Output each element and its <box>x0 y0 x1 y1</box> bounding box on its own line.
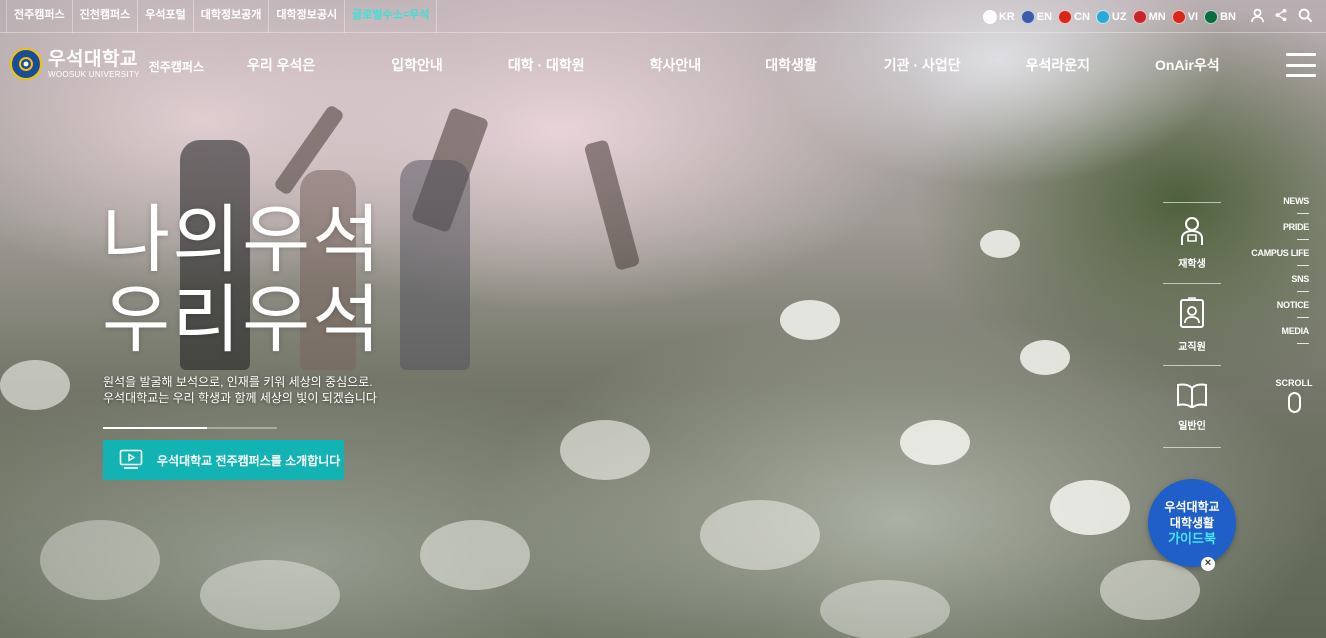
user-nav-public-label: 일반인 <box>1178 420 1206 432</box>
hero-subtitle: 원석을 발굴해 보석으로, 인재를 키워 세상의 중심으로. 우석대학교는 우리… <box>103 374 377 406</box>
quick-links: 전주캠퍼스 진천캠퍼스 우석포털 대학정보공개 대학정보공시 글로벌수소=우석 <box>6 0 438 33</box>
language-code: EN <box>1036 10 1053 23</box>
flag-icon <box>1058 9 1073 24</box>
staff-id-icon <box>1179 296 1205 332</box>
share-icon[interactable] <box>1272 6 1290 24</box>
language-option-cn[interactable]: CN <box>1058 9 1090 24</box>
section-nav-item-5[interactable]: MEDIA <box>1249 322 1309 348</box>
quick-link-0[interactable]: 전주캠퍼스 <box>6 0 73 33</box>
student-icon <box>1179 216 1205 249</box>
language-code: VI <box>1187 10 1199 23</box>
utility-icons <box>1248 6 1314 24</box>
hero-title-line1: 나의우석 <box>102 198 383 281</box>
guidebook-line1: 우석대학교 <box>1164 500 1220 514</box>
language-option-mn[interactable]: MN <box>1132 9 1166 24</box>
scroll-indicator[interactable]: SCROLL <box>1274 378 1314 418</box>
language-code: CN <box>1074 10 1090 23</box>
user-nav-student[interactable]: 재학생 <box>1163 202 1221 284</box>
flag-icon <box>1132 9 1147 24</box>
language-option-kr[interactable]: KR <box>982 9 1015 24</box>
search-icon[interactable] <box>1296 6 1314 24</box>
language-option-vi[interactable]: VI <box>1171 9 1199 24</box>
hero-subtitle-line1: 원석을 발굴해 보석으로, 인재를 키워 세상의 중심으로. <box>103 375 373 389</box>
quick-link-5[interactable]: 글로벌수소=우석 <box>345 0 438 33</box>
flag-icon <box>1095 9 1110 24</box>
hero-title: 나의우석 우리우석 <box>102 200 382 360</box>
user-type-nav: 재학생 교직원 일반인 <box>1163 202 1221 448</box>
section-nav-item-4[interactable]: NOTICE <box>1249 296 1309 322</box>
guidebook-badge[interactable]: 우석대학교 대학생활 가이드북 <box>1148 479 1236 567</box>
guidebook-line3: 가이드북 <box>1168 531 1216 546</box>
video-play-icon <box>119 449 143 472</box>
main-menu-item-3[interactable]: 학사안내 <box>650 55 702 75</box>
flag-icon <box>1204 9 1219 24</box>
flag-icon <box>982 9 997 24</box>
main-menu-item-7[interactable]: OnAir우석 <box>1155 55 1220 75</box>
hero-subtitle-line2: 우석대학교는 우리 학생과 함께 세상의 빛이 되겠습니다 <box>103 391 377 405</box>
guidebook-close-icon[interactable]: × <box>1201 557 1215 571</box>
user-nav-student-label: 재학생 <box>1178 259 1206 270</box>
main-menu: 우리 우석은 입학안내 대학 · 대학원 학사안내 대학생활 기관 · 사업단 우석라운지 O… <box>210 33 1220 97</box>
section-nav-item-2[interactable]: CAMPUS LIFE <box>1249 244 1309 270</box>
campus-intro-button[interactable]: 우석대학교 전주캠퍼스를 소개합니다 <box>103 440 344 480</box>
main-menu-item-5[interactable]: 기관 · 사업단 <box>884 55 961 75</box>
language-option-uz[interactable]: UZ <box>1095 9 1127 24</box>
main-navigation: 우석대학교 WOOSUK UNIVERSITY 전주캠퍼스 우리 우석은 입학안내… <box>0 33 1326 97</box>
language-code: KR <box>998 10 1015 23</box>
main-menu-item-6[interactable]: 우석라운지 <box>1026 55 1090 75</box>
scroll-label: SCROLL <box>1275 378 1313 388</box>
language-selector: KR EN CN UZ MN VI BN <box>982 0 1236 33</box>
slide-progress-bar <box>103 427 277 429</box>
logo-emblem-icon <box>10 48 42 80</box>
book-icon <box>1176 382 1208 411</box>
university-logo[interactable]: 우석대학교 WOOSUK UNIVERSITY 전주캠퍼스 <box>10 48 204 80</box>
logo-name-ko: 우석대학교 <box>48 48 138 70</box>
quick-link-3[interactable]: 대학정보공개 <box>194 0 270 33</box>
language-option-en[interactable]: EN <box>1020 9 1053 24</box>
section-nav-item-3[interactable]: SNS <box>1249 270 1309 296</box>
quick-link-2[interactable]: 우석포털 <box>138 0 194 33</box>
user-nav-staff-label: 교직원 <box>1178 341 1206 353</box>
main-menu-item-0[interactable]: 우리 우석은 <box>247 55 315 75</box>
logo-campus-label: 전주캠퍼스 <box>148 59 204 74</box>
section-navigation: NEWS PRIDE CAMPUS LIFE SNS NOTICE MEDIA <box>1249 192 1309 348</box>
main-menu-item-4[interactable]: 대학생활 <box>765 55 817 75</box>
hero-title-line2: 우리우석 <box>102 278 383 361</box>
quick-link-4[interactable]: 대학정보공시 <box>269 0 346 33</box>
main-menu-item-1[interactable]: 입학안내 <box>391 55 443 75</box>
hamburger-menu-icon[interactable] <box>1286 53 1316 77</box>
mouse-scroll-icon <box>1287 392 1301 413</box>
top-utility-bar: 전주캠퍼스 진천캠퍼스 우석포털 대학정보공개 대학정보공시 글로벌수소=우석 KR EN C… <box>0 0 1326 33</box>
guidebook-line2: 대학생활 <box>1169 516 1215 530</box>
language-code: BN <box>1220 10 1236 23</box>
logo-name-en: WOOSUK UNIVERSITY <box>48 69 140 79</box>
language-code: UZ <box>1111 10 1127 23</box>
campus-intro-label: 우석대학교 전주캠퍼스를 소개합니다 <box>157 453 341 468</box>
user-nav-public[interactable]: 일반인 <box>1163 366 1221 448</box>
main-menu-item-2[interactable]: 대학 · 대학원 <box>508 55 585 75</box>
section-nav-item-0[interactable]: NEWS <box>1249 192 1309 218</box>
section-nav-item-1[interactable]: PRIDE <box>1249 218 1309 244</box>
language-option-bn[interactable]: BN <box>1204 9 1236 24</box>
flag-icon <box>1171 9 1186 24</box>
language-code: MN <box>1148 10 1166 23</box>
slide-progress-fill <box>103 427 208 429</box>
user-nav-staff[interactable]: 교직원 <box>1163 284 1221 366</box>
quick-link-1[interactable]: 진천캠퍼스 <box>73 0 139 33</box>
user-icon[interactable] <box>1248 6 1266 24</box>
flag-icon <box>1020 9 1035 24</box>
